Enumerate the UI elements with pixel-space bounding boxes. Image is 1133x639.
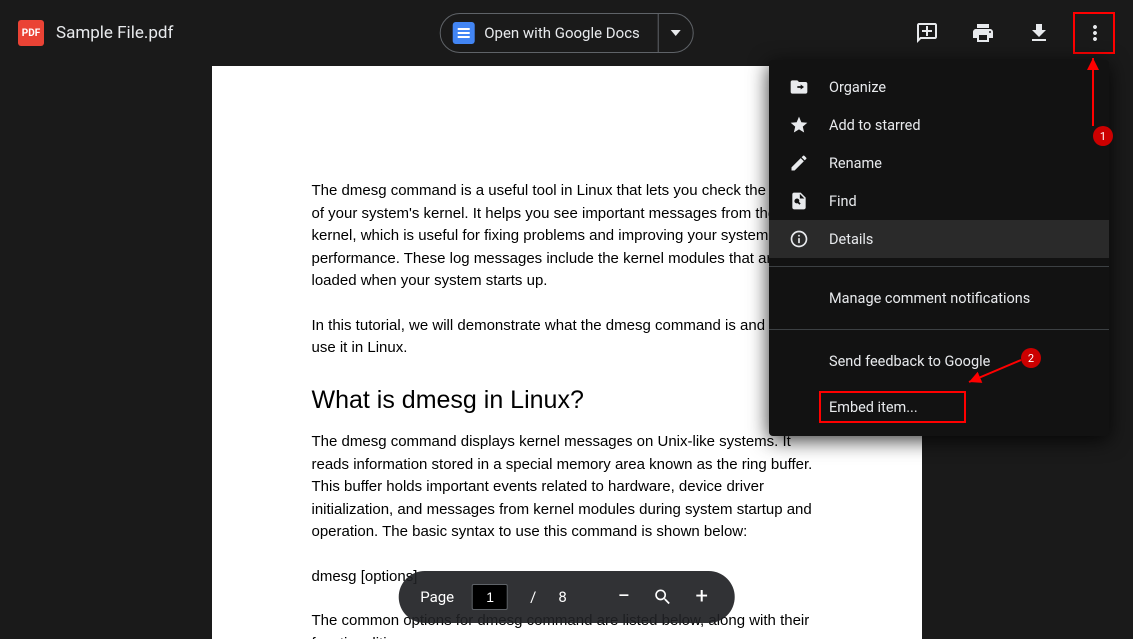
menu-label: Organize: [829, 79, 886, 96]
menu-manage-notifications[interactable]: Manage comment notifications: [769, 275, 1109, 321]
menu-rename[interactable]: Rename: [769, 144, 1109, 182]
menu-label: Add to starred: [829, 117, 921, 134]
menu-label: Manage comment notifications: [829, 290, 1030, 307]
menu-separator: [769, 266, 1109, 267]
annotation-box-2: [819, 391, 966, 423]
menu-organize[interactable]: Organize: [769, 68, 1109, 106]
page-total: 8: [558, 588, 566, 606]
add-comment-icon[interactable]: [915, 21, 939, 45]
doc-paragraph: In this tutorial, we will demonstrate wh…: [312, 315, 822, 360]
find-in-page-icon: [789, 191, 809, 211]
star-icon: [789, 115, 809, 135]
page-number-input[interactable]: [472, 584, 508, 610]
page-label: Page: [420, 588, 454, 606]
info-icon: [789, 229, 809, 249]
menu-send-feedback[interactable]: Send feedback to Google: [769, 338, 1109, 384]
page-controls: Page / 8 − +: [398, 571, 735, 623]
zoom-in-button[interactable]: +: [691, 586, 713, 608]
chevron-down-icon: [671, 30, 681, 36]
doc-paragraph: The dmesg command displays kernel messag…: [312, 431, 822, 544]
pdf-icon: PDF: [18, 20, 44, 46]
more-options-menu: Organize Add to starred Rename Find Deta…: [769, 60, 1109, 436]
menu-embed-item[interactable]: Embed item...: [769, 384, 1109, 430]
menu-find[interactable]: Find: [769, 182, 1109, 220]
doc-heading: What is dmesg in Linux?: [312, 382, 822, 420]
menu-details[interactable]: Details: [769, 220, 1109, 258]
menu-label: Find: [829, 193, 857, 210]
page-separator: /: [530, 588, 536, 606]
annotation-box-1: [1073, 12, 1115, 54]
file-name: Sample File.pdf: [56, 23, 173, 43]
zoom-icon[interactable]: [653, 587, 673, 607]
annotation-arrow-2: [965, 356, 1025, 386]
menu-add-starred[interactable]: Add to starred: [769, 106, 1109, 144]
open-with-button[interactable]: Open with Google Docs: [439, 13, 694, 53]
download-icon[interactable]: [1027, 21, 1051, 45]
annotation-arrow-1: [1083, 54, 1103, 134]
folder-move-icon: [789, 77, 809, 97]
open-with-label: Open with Google Docs: [484, 24, 640, 42]
menu-label: Rename: [829, 155, 882, 172]
annotation-badge-2: 2: [1021, 348, 1041, 368]
open-with-dropdown[interactable]: [659, 14, 693, 52]
pencil-icon: [789, 153, 809, 173]
menu-separator: [769, 329, 1109, 330]
google-docs-icon: [452, 22, 474, 44]
doc-paragraph: The dmesg command is a useful tool in Li…: [312, 180, 822, 293]
zoom-out-button[interactable]: −: [613, 586, 635, 608]
annotation-badge-1: 1: [1093, 126, 1113, 146]
menu-label: Details: [829, 231, 873, 248]
print-icon[interactable]: [971, 21, 995, 45]
